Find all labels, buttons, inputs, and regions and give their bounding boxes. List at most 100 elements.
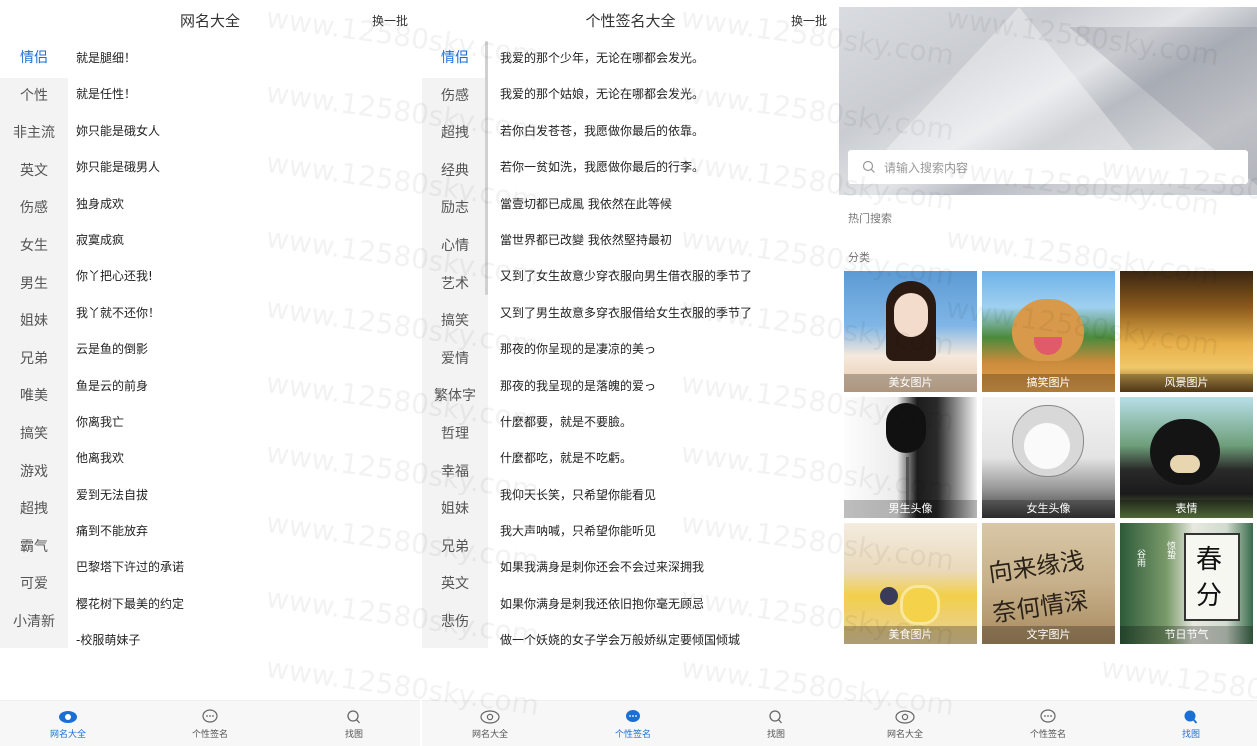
list-item[interactable]: 那夜的我呈现的是落魄的爱っ [500, 368, 839, 404]
list-item[interactable]: 當壹切都已成風 我依然在此等候 [500, 186, 839, 222]
list-item[interactable]: 做一个妖娆的女子学会万般娇纵定要倾国倾城 [500, 622, 839, 658]
category-sidebar: 情侣 伤感 超拽 经典 励志 心情 艺术 搞笑 爱情 繁体字 哲理 幸福 姐妹 兄弟 英文 悲伤 [422, 40, 488, 648]
search-input[interactable] [882, 150, 1236, 186]
list-item[interactable]: 又到了男生故意多穿衣服借给女生衣服的季节了 [500, 295, 839, 331]
category-item[interactable]: 兄弟 [422, 529, 488, 567]
tab-signature[interactable]: 个性签名 [1008, 709, 1088, 740]
tab-find-image[interactable]: 找图 [1151, 709, 1231, 740]
tile-text-photos[interactable]: 向来缘浅 奈何情深 文字图片 [982, 523, 1115, 644]
search-box[interactable] [848, 150, 1248, 186]
category-item[interactable]: 男生 [0, 266, 68, 304]
category-item[interactable]: 情侣 [0, 40, 68, 78]
tile-caption: 风景图片 [1120, 374, 1253, 392]
tab-find-image[interactable]: 找图 [736, 709, 816, 740]
list-item[interactable]: 那夜的你呈现的是凄凉的美っ [500, 331, 839, 367]
category-item[interactable]: 姐妹 [422, 491, 488, 529]
tile-food-photos[interactable]: 美食图片 [844, 523, 977, 644]
list-item[interactable]: 我大声呐喊，只希望你能听见 [500, 513, 839, 549]
list-item[interactable]: 你离我亡 [76, 404, 420, 440]
category-item[interactable]: 霸气 [0, 529, 68, 567]
list-item[interactable]: 我爱的那个姑娘，无论在哪都会发光。 [500, 76, 839, 112]
category-item[interactable]: 悲伤 [422, 604, 488, 642]
list-item[interactable]: 樱花树下最美的约定 [76, 586, 420, 622]
tab-signature[interactable]: 个性签名 [593, 709, 673, 740]
search-icon [862, 160, 875, 173]
tile-caption: 男生头像 [844, 500, 977, 518]
tile-girl-avatars[interactable]: 女生头像 [982, 397, 1115, 518]
list-item[interactable]: 鱼是云的前身 [76, 368, 420, 404]
tile-scenery-photos[interactable]: 风景图片 [1120, 271, 1253, 392]
list-item[interactable]: 他离我欢 [76, 440, 420, 476]
category-item[interactable]: 英文 [0, 153, 68, 191]
list-item[interactable]: 痛到不能放弃 [76, 513, 420, 549]
category-item[interactable]: 哲理 [422, 416, 488, 454]
list-item[interactable]: 你丫把心还我! [76, 258, 420, 294]
tab-signature[interactable]: 个性签名 [170, 709, 250, 740]
list-item[interactable]: 我仰天长笑，只希望你能看见 [500, 477, 839, 513]
tile-funny-photos[interactable]: 搞笑图片 [982, 271, 1115, 392]
category-item[interactable]: 励志 [422, 190, 488, 228]
list-item[interactable]: 若你一贫如洗，我愿做你最后的行李。 [500, 149, 839, 185]
category-item[interactable]: 可爱 [0, 566, 68, 604]
list-item[interactable]: 又到了女生故意少穿衣服向男生借衣服的季节了 [500, 258, 839, 294]
tile-festival-photos[interactable]: 春 分 惊蛰 谷雨 节日节气 [1120, 523, 1253, 644]
category-item[interactable]: 爱情 [422, 341, 488, 379]
category-item[interactable]: 搞笑 [422, 303, 488, 341]
category-item[interactable]: 伤感 [422, 78, 488, 116]
list-item[interactable]: 如果你满身是刺我还依旧抱你毫无顾忌 [500, 586, 839, 622]
category-item[interactable]: 兄弟 [0, 341, 68, 379]
tab-nickname[interactable]: 网名大全 [450, 709, 530, 740]
list-item[interactable]: 爱到无法自拔 [76, 477, 420, 513]
category-item[interactable]: 个性 [0, 78, 68, 116]
list-item[interactable]: 什麼都吃，就是不吃虧。 [500, 440, 839, 476]
category-item[interactable]: 唯美 [0, 378, 68, 416]
tile-emoji[interactable]: 表情 [1120, 397, 1253, 518]
category-item[interactable]: 游戏 [0, 454, 68, 492]
find-image-panel: 热门搜索 分类 美女图片 搞笑图片 风景图片 男生头像 女生头像 [839, 0, 1257, 746]
category-item[interactable]: 繁体字 [422, 378, 488, 416]
tab-nickname[interactable]: 网名大全 [865, 709, 945, 740]
category-item[interactable]: 小清新 [0, 604, 68, 642]
tab-label: 找图 [766, 730, 785, 740]
category-item[interactable]: 艺术 [422, 266, 488, 304]
category-item[interactable]: 超拽 [0, 491, 68, 529]
sidebar-scrollbar[interactable] [485, 41, 488, 295]
list-item[interactable]: 云是鱼的倒影 [76, 331, 420, 367]
list-item[interactable]: 什麼都要，就是不要臉。 [500, 404, 839, 440]
category-item[interactable]: 超拽 [422, 115, 488, 153]
refresh-batch-button[interactable]: 换一批 [372, 12, 408, 29]
category-item[interactable]: 非主流 [0, 115, 68, 153]
list-item[interactable]: 妳只能是硪男人 [76, 149, 420, 185]
category-item[interactable]: 搞笑 [0, 416, 68, 454]
category-item[interactable]: 经典 [422, 153, 488, 191]
list-item[interactable]: 寂寞成疯 [76, 222, 420, 258]
list-item[interactable]: 我爱的那个少年，无论在哪都会发光。 [500, 40, 839, 76]
list-item[interactable]: 當世界都已改變 我依然堅持最初 [500, 222, 839, 258]
refresh-batch-button[interactable]: 换一批 [791, 12, 827, 29]
chat-icon [1040, 709, 1056, 723]
list-item[interactable]: 巴黎塔下许过的承诺 [76, 549, 420, 585]
list-item[interactable]: 妳只能是硪女人 [76, 113, 420, 149]
signature-panel: 个性签名大全 换一批 情侣 伤感 超拽 经典 励志 心情 艺术 搞笑 爱情 繁体字 哲理 幸福 姐妹 兄弟… [422, 0, 839, 746]
category-item[interactable]: 伤感 [0, 190, 68, 228]
list-item[interactable]: 独身成欢 [76, 186, 420, 222]
tab-nickname[interactable]: 网名大全 [28, 709, 108, 740]
category-item[interactable]: 心情 [422, 228, 488, 266]
tab-find-image[interactable]: 找图 [314, 709, 394, 740]
category-item[interactable]: 幸福 [422, 454, 488, 492]
list-item[interactable]: 若你白发苍苍，我愿做你最后的依靠。 [500, 113, 839, 149]
category-item[interactable]: 情侣 [422, 40, 488, 78]
list-item[interactable]: 就是腿细！ [76, 40, 420, 76]
category-item[interactable]: 姐妹 [0, 303, 68, 341]
tile-boy-avatars[interactable]: 男生头像 [844, 397, 977, 518]
category-item[interactable]: 英文 [422, 566, 488, 604]
tile-beauty-photos[interactable]: 美女图片 [844, 271, 977, 392]
list-item[interactable]: -校服萌妹子 [76, 622, 420, 658]
list-item[interactable]: 就是任性！ [76, 76, 420, 112]
list-item[interactable]: 如果我满身是刺你还会不会过来深拥我 [500, 549, 839, 585]
list-item[interactable]: 我丫就不还你！ [76, 295, 420, 331]
tab-bar: 网名大全 个性签名 找图 [422, 700, 839, 746]
eye-icon [895, 710, 915, 724]
category-item[interactable]: 女生 [0, 228, 68, 266]
category-sidebar: 情侣 个性 非主流 英文 伤感 女生 男生 姐妹 兄弟 唯美 搞笑 游戏 超拽 霸气 可爱 小清新 [0, 40, 68, 648]
